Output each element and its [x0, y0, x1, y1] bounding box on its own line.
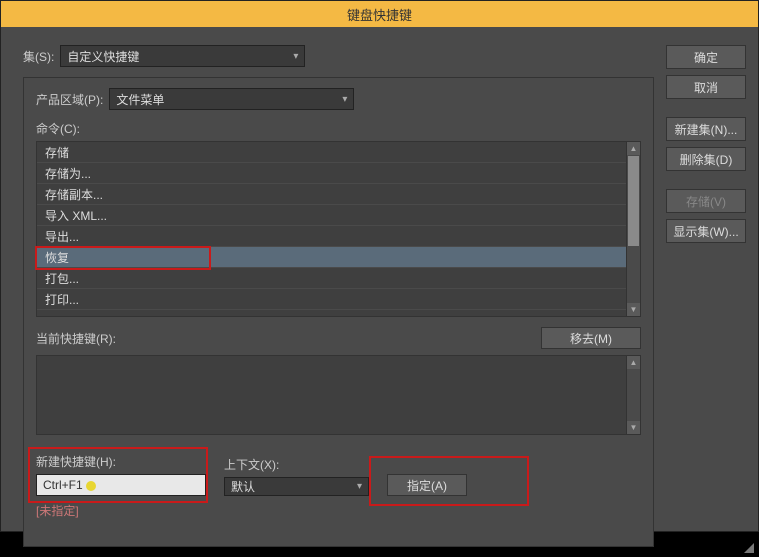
list-item[interactable]: 打印...: [37, 289, 626, 310]
list-item[interactable]: 存储: [37, 142, 626, 163]
list-item[interactable]: 导入 XML...: [37, 205, 626, 226]
commands-label: 命令(C):: [36, 120, 641, 137]
list-item[interactable]: 存储为...: [37, 163, 626, 184]
cancel-button[interactable]: 取消: [666, 75, 746, 99]
scroll-thumb[interactable]: [628, 156, 639, 246]
set-label: 集(S):: [23, 48, 54, 65]
current-shortcuts-list[interactable]: ▲ ▼: [36, 355, 641, 435]
set-select[interactable]: 自定义快捷键: [60, 45, 305, 67]
scroll-up-icon[interactable]: ▲: [627, 356, 640, 369]
save-button: 存储(V): [666, 189, 746, 213]
current-scrollbar[interactable]: ▲ ▼: [626, 356, 640, 434]
commands-scrollbar[interactable]: ▲ ▼: [626, 142, 640, 316]
cursor-highlight-icon: [86, 481, 96, 491]
list-item[interactable]: 存储副本...: [37, 184, 626, 205]
resize-handle-icon[interactable]: [740, 539, 754, 553]
new-shortcut-input[interactable]: Ctrl+F1: [36, 474, 206, 496]
list-item-selected[interactable]: 恢复: [37, 247, 626, 268]
context-label: 上下文(X):: [224, 456, 369, 473]
commands-list: 存储 存储为... 存储副本... 导入 XML... 导出... 恢复 打包.…: [36, 141, 641, 317]
delete-set-button[interactable]: 删除集(D): [666, 147, 746, 171]
commands-list-items[interactable]: 存储 存储为... 存储副本... 导入 XML... 导出... 恢复 打包.…: [37, 142, 626, 316]
new-shortcut-label: 新建快捷键(H):: [36, 453, 206, 470]
remove-button[interactable]: 移去(M): [541, 327, 641, 349]
scroll-down-icon[interactable]: ▼: [627, 421, 640, 434]
list-item[interactable]: 打包...: [37, 268, 626, 289]
new-set-button[interactable]: 新建集(N)...: [666, 117, 746, 141]
set-value: 自定义快捷键: [67, 48, 139, 65]
product-area-value: 文件菜单: [116, 91, 164, 108]
ok-button[interactable]: 确定: [666, 45, 746, 69]
assign-button[interactable]: 指定(A): [387, 474, 467, 496]
dialog-title: 键盘快捷键: [1, 1, 758, 27]
context-select[interactable]: 默认: [224, 477, 369, 496]
new-shortcut-value: Ctrl+F1: [43, 478, 83, 492]
context-value: 默认: [231, 478, 255, 495]
list-item[interactable]: 导出...: [37, 226, 626, 247]
show-set-button[interactable]: 显示集(W)...: [666, 219, 746, 243]
product-area-label: 产品区域(P):: [36, 91, 103, 108]
scroll-up-icon[interactable]: ▲: [627, 142, 640, 155]
keyboard-shortcuts-dialog: 键盘快捷键 集(S): 自定义快捷键 产品区域(P): 文件菜单 命令(C):: [0, 0, 759, 532]
unassigned-text: [未指定]: [36, 502, 641, 519]
scroll-down-icon[interactable]: ▼: [627, 303, 640, 316]
product-area-select[interactable]: 文件菜单: [109, 88, 354, 110]
current-shortcut-label: 当前快捷键(R):: [36, 330, 531, 347]
